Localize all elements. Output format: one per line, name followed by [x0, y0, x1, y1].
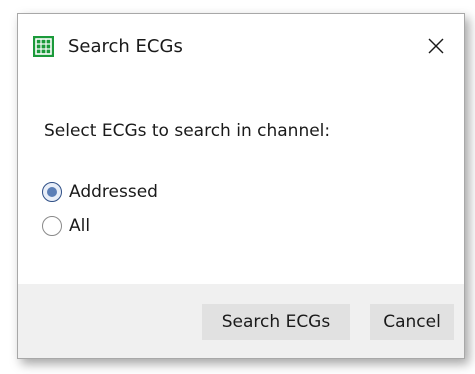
radio-label-addressed: Addressed: [69, 182, 158, 202]
search-ecgs-dialog: Search ECGs Select ECGs to search in cha…: [17, 13, 465, 359]
dialog-footer: Search ECGs Cancel: [18, 284, 464, 358]
dialog-title: Search ECGs: [68, 36, 183, 57]
cancel-button[interactable]: Cancel: [370, 304, 454, 340]
close-button[interactable]: [416, 26, 456, 66]
search-ecgs-button[interactable]: Search ECGs: [202, 304, 350, 340]
radio-label-all: All: [69, 216, 91, 236]
grid-app-icon: [33, 36, 54, 57]
radio-option-addressed[interactable]: Addressed: [42, 181, 158, 203]
search-prompt-label: Select ECGs to search in channel:: [44, 121, 331, 141]
radio-button-addressed[interactable]: [42, 182, 62, 202]
close-icon: [428, 38, 444, 54]
radio-option-all[interactable]: All: [42, 215, 90, 237]
radio-selected-dot: [47, 187, 57, 197]
dialog-titlebar: Search ECGs: [18, 14, 464, 78]
radio-button-all[interactable]: [42, 216, 62, 236]
dialog-body: Select ECGs to search in channel: Addres…: [18, 78, 464, 284]
